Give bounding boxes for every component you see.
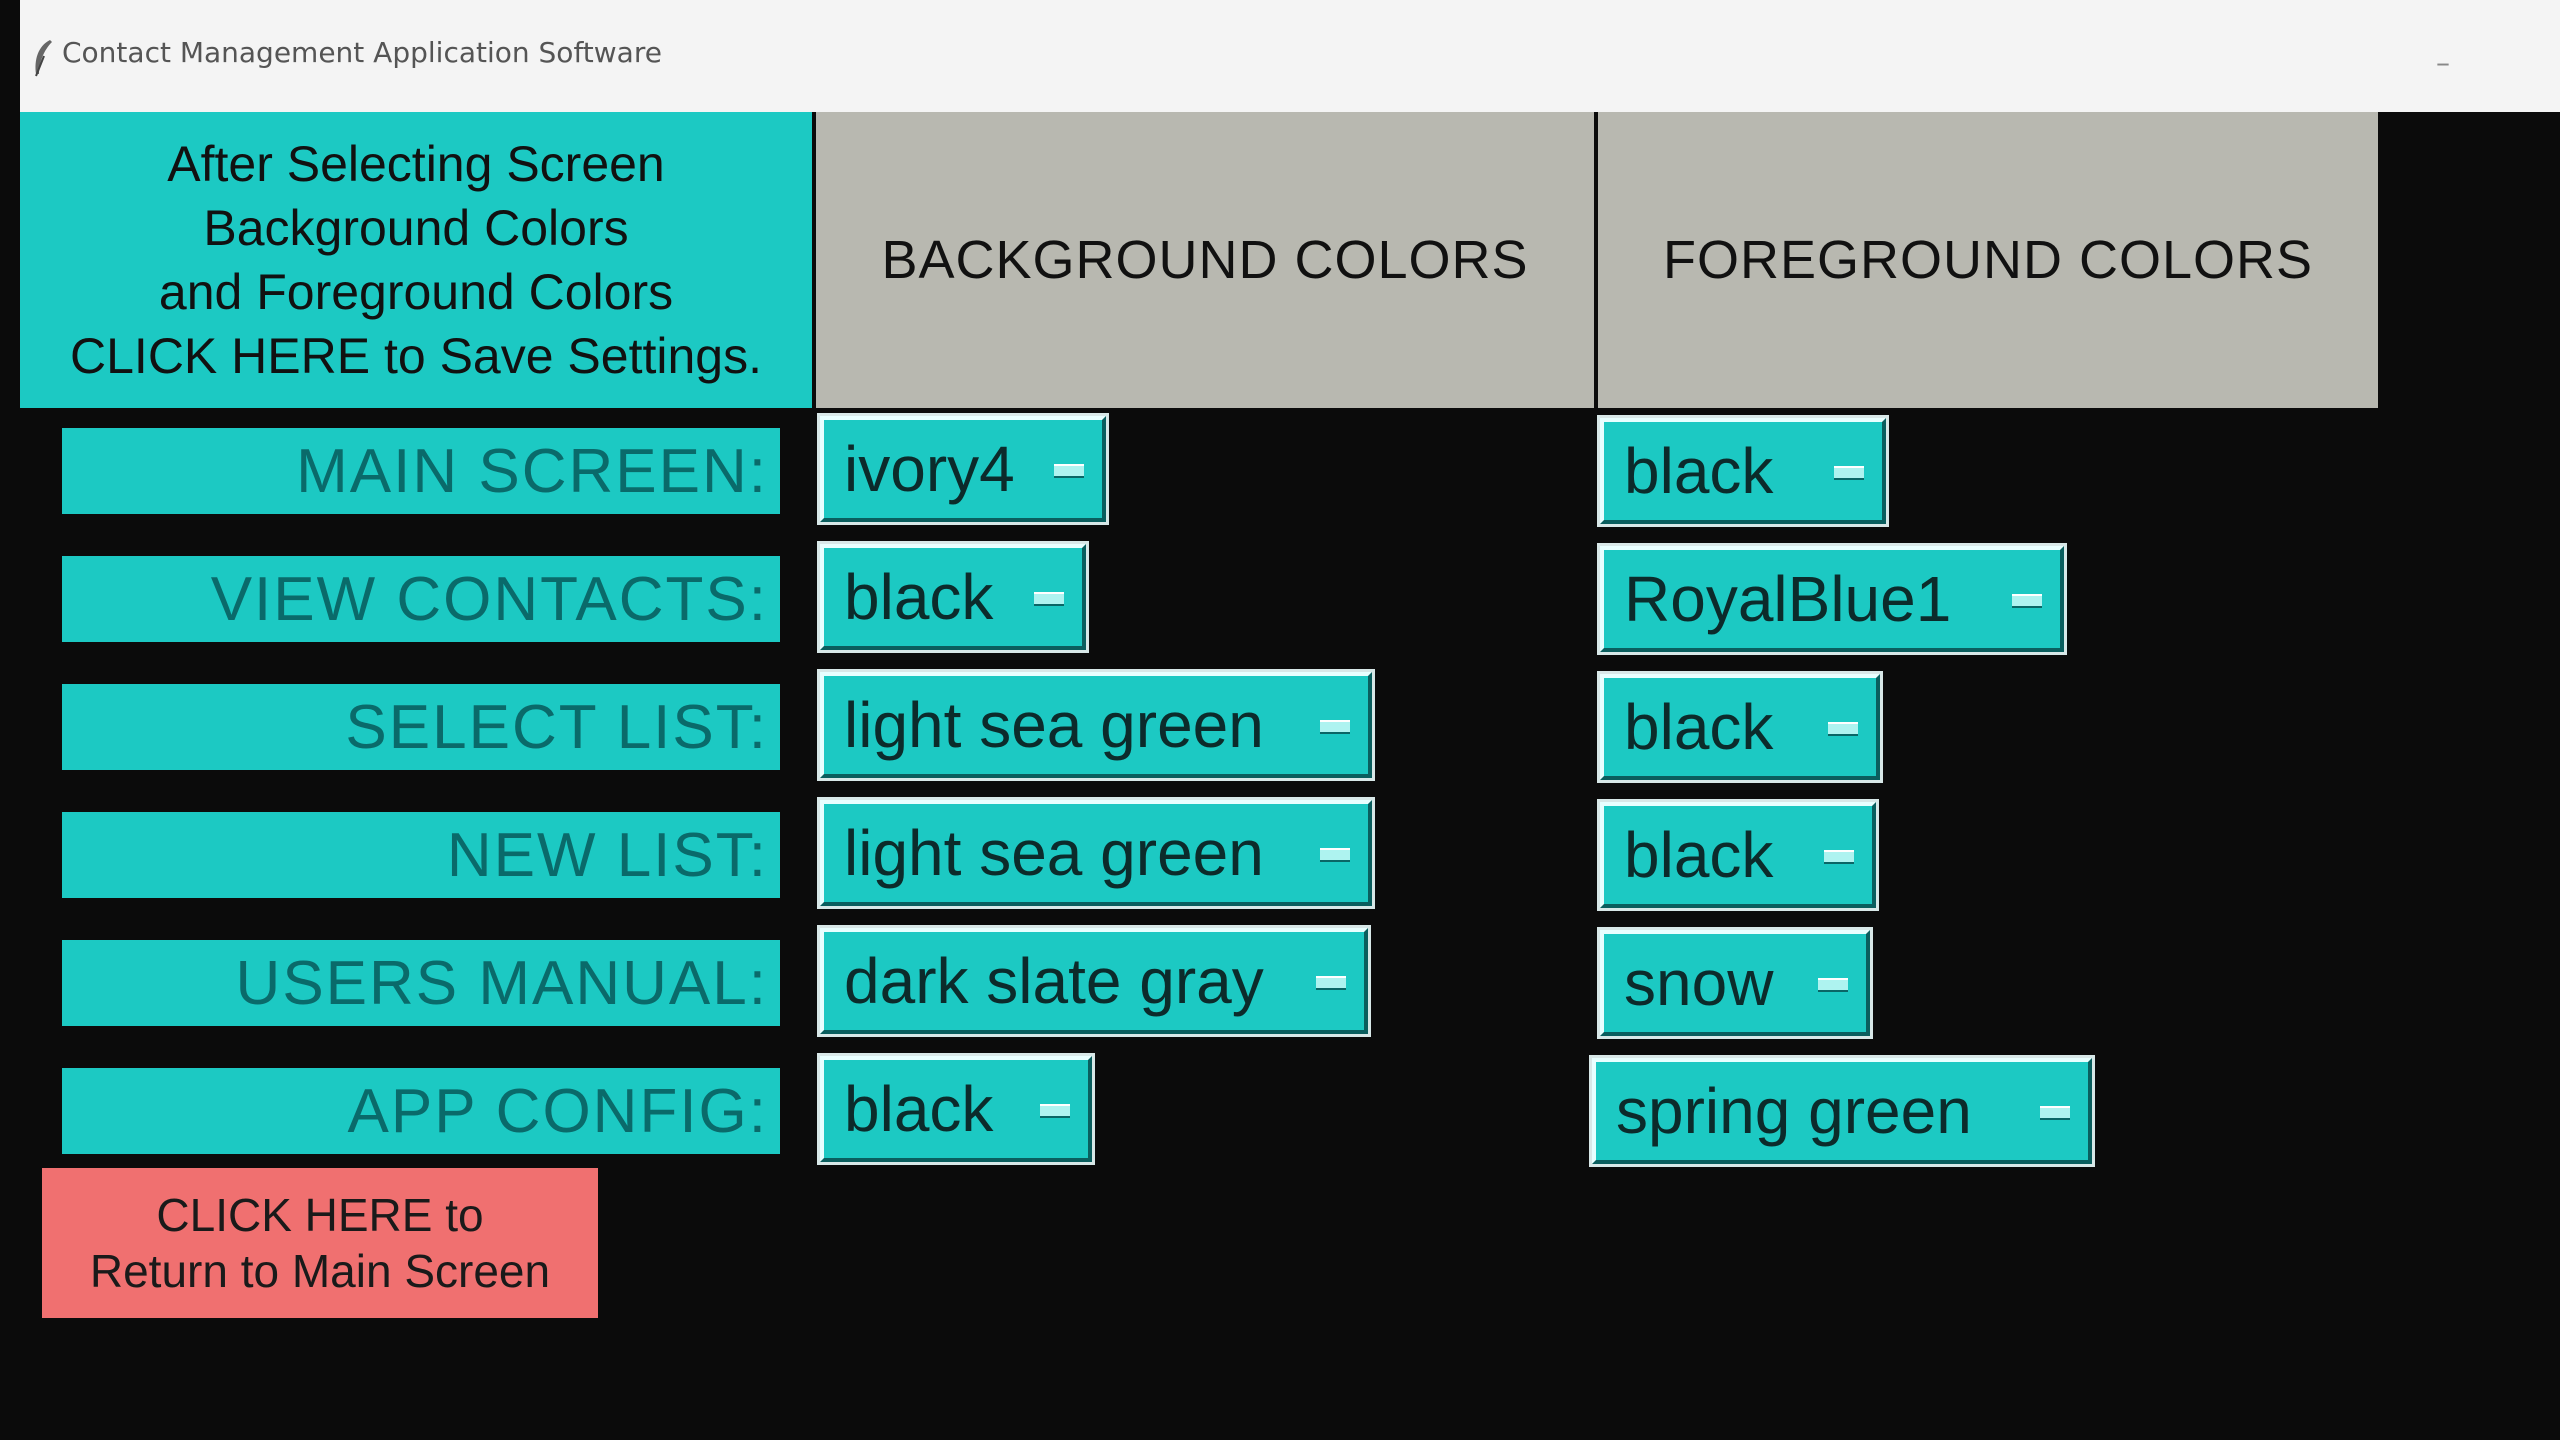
foreground-colors-title: FOREGROUND COLORS xyxy=(1662,230,2314,290)
option-menu-indicator-icon xyxy=(1818,978,1848,992)
new-list-background-menu[interactable]: light sea green xyxy=(817,797,1375,909)
return-button-line: Return to Main Screen xyxy=(89,1245,551,1297)
row-label-select-list: SELECT LIST: xyxy=(62,684,780,770)
return-to-main-screen-button[interactable]: CLICK HERE to Return to Main Screen xyxy=(42,1168,598,1318)
row-label-text: USERS MANUAL: xyxy=(235,948,768,1018)
option-value: black xyxy=(1624,435,1774,507)
option-menu-indicator-icon xyxy=(1034,592,1064,606)
save-settings-button[interactable]: After Selecting Screen Background Colors… xyxy=(20,112,812,408)
option-menu-indicator-icon xyxy=(1824,850,1854,864)
app-config-background-menu[interactable]: black xyxy=(817,1053,1095,1165)
row-label-app-config: APP CONFIG: xyxy=(62,1068,780,1154)
new-list-foreground-menu[interactable]: black xyxy=(1597,799,1879,911)
window-title: Contact Management Application Software xyxy=(62,36,662,69)
option-menu-indicator-icon xyxy=(1054,464,1084,478)
main-screen-foreground-menu[interactable]: black xyxy=(1597,415,1889,527)
feather-icon xyxy=(35,40,52,77)
save-settings-line: Background Colors xyxy=(203,200,629,256)
option-value: black xyxy=(844,561,994,633)
option-value: dark slate gray xyxy=(844,945,1264,1017)
option-value: spring green xyxy=(1616,1075,1972,1147)
row-label-new-list: NEW LIST: xyxy=(62,812,780,898)
return-button-line: CLICK HERE to xyxy=(156,1189,484,1241)
option-menu-indicator-icon xyxy=(1320,720,1350,734)
option-menu-indicator-icon xyxy=(1320,848,1350,862)
row-label-text: VIEW CONTACTS: xyxy=(210,564,768,634)
row-label-view-contacts: VIEW CONTACTS: xyxy=(62,556,780,642)
background-colors-title: BACKGROUND COLORS xyxy=(881,230,1529,290)
option-value: ivory4 xyxy=(844,433,1015,505)
app-config-foreground-menu[interactable]: spring green xyxy=(1589,1055,2095,1167)
row-label-text: SELECT LIST: xyxy=(345,692,768,762)
select-list-background-menu[interactable]: light sea green xyxy=(817,669,1375,781)
users-manual-background-menu[interactable]: dark slate gray xyxy=(817,925,1371,1037)
row-label-main-screen: MAIN SCREEN: xyxy=(62,428,780,514)
option-value: black xyxy=(1624,691,1774,763)
option-value: black xyxy=(844,1073,994,1145)
option-value: light sea green xyxy=(844,817,1264,889)
option-menu-indicator-icon xyxy=(1834,466,1864,480)
row-label-text: MAIN SCREEN: xyxy=(296,436,768,506)
option-value: light sea green xyxy=(844,689,1264,761)
view-contacts-foreground-menu[interactable]: RoyalBlue1 xyxy=(1597,543,2067,655)
save-settings-line: and Foreground Colors xyxy=(158,264,674,320)
save-settings-line: CLICK HERE to Save Settings. xyxy=(70,328,762,384)
app-window: Contact Management Application Software … xyxy=(0,0,2560,1440)
title-bar: Contact Management Application Software … xyxy=(20,0,2560,113)
save-settings-line: After Selecting Screen xyxy=(167,136,665,192)
background-colors-header: BACKGROUND COLORS xyxy=(816,112,1594,408)
option-menu-indicator-icon xyxy=(1316,976,1346,990)
foreground-colors-header: FOREGROUND COLORS xyxy=(1598,112,2378,408)
option-value: black xyxy=(1624,819,1774,891)
view-contacts-background-menu[interactable]: black xyxy=(817,541,1089,653)
row-label-text: APP CONFIG: xyxy=(347,1076,768,1146)
option-menu-indicator-icon xyxy=(1040,1104,1070,1118)
settings-panel: After Selecting Screen Background Colors… xyxy=(20,112,2560,1440)
option-menu-indicator-icon xyxy=(2012,594,2042,608)
option-menu-indicator-icon xyxy=(2040,1106,2070,1120)
row-label-users-manual: USERS MANUAL: xyxy=(62,940,780,1026)
option-value: RoyalBlue1 xyxy=(1624,563,1952,635)
minimize-button[interactable]: – xyxy=(2436,46,2450,79)
select-list-foreground-menu[interactable]: black xyxy=(1597,671,1883,783)
main-screen-background-menu[interactable]: ivory4 xyxy=(817,413,1109,525)
option-menu-indicator-icon xyxy=(1828,722,1858,736)
row-label-text: NEW LIST: xyxy=(446,820,768,890)
option-value: snow xyxy=(1624,947,1774,1019)
users-manual-foreground-menu[interactable]: snow xyxy=(1597,927,1873,1039)
